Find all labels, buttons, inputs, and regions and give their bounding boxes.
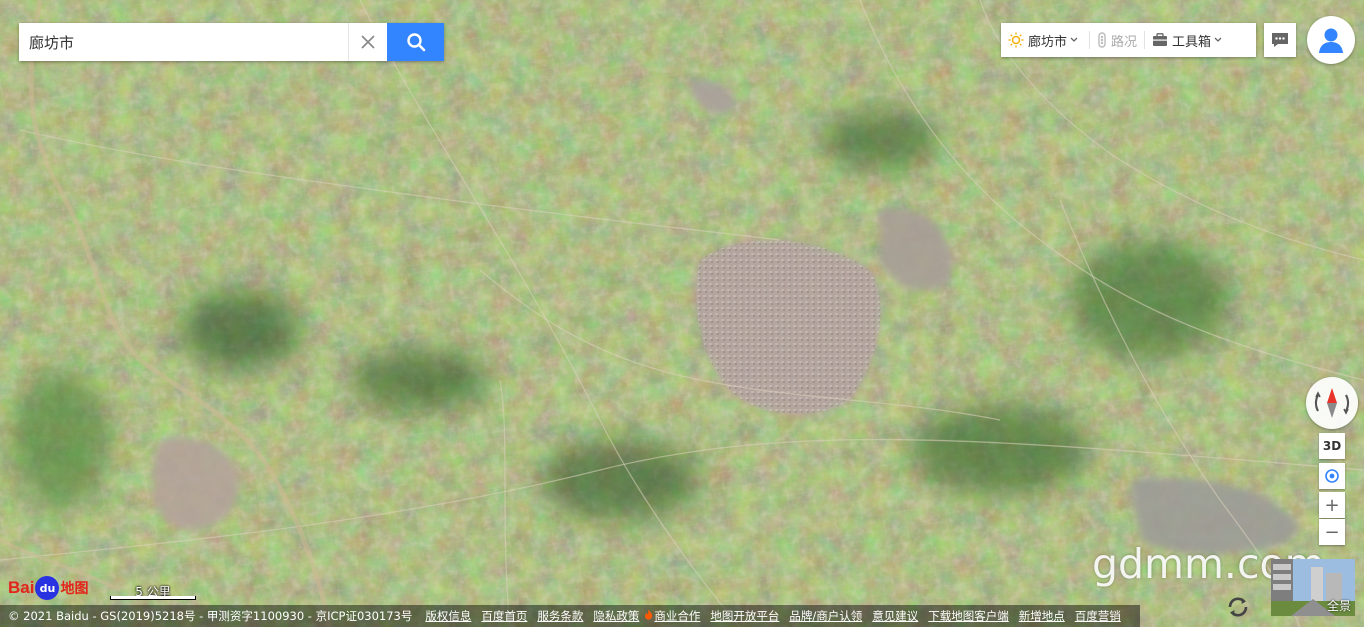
city-switch[interactable]: 廊坊市 — [1001, 23, 1089, 57]
search-button[interactable] — [387, 23, 444, 61]
search-input[interactable] — [19, 23, 348, 61]
map-scale: 5 公里 — [110, 583, 196, 601]
footer-link-open-platform[interactable]: 地图开放平台 — [705, 608, 784, 624]
3d-toggle-button[interactable]: 3D — [1319, 433, 1345, 459]
footer-link-brand-claim[interactable]: 品牌/商户认领 — [784, 608, 867, 624]
footer-link-business[interactable]: 商业合作 — [654, 608, 705, 624]
chevron-down-icon — [1070, 37, 1078, 42]
toolbox-menu[interactable]: 工具箱 — [1145, 23, 1233, 57]
copyright-text: © 2021 Baidu - GS(2019)5218号 - 甲测资字11009… — [8, 609, 413, 623]
footer-link-baidu-home[interactable]: 百度首页 — [476, 608, 532, 624]
user-avatar-button[interactable] — [1307, 16, 1355, 64]
message-button[interactable] — [1264, 23, 1296, 57]
traffic-light-icon — [1098, 32, 1106, 48]
close-icon — [361, 35, 375, 49]
fire-icon — [644, 609, 653, 623]
search-box — [19, 23, 444, 61]
traffic-toggle[interactable]: 路况 — [1090, 23, 1144, 57]
logo-bai-text: Bai — [8, 578, 35, 597]
clear-search-button[interactable] — [348, 23, 387, 61]
footer-link-add-place[interactable]: 新增地点 — [1014, 608, 1070, 624]
compass-control[interactable] — [1306, 377, 1358, 429]
sun-icon — [1008, 32, 1024, 48]
chevron-down-icon — [1214, 37, 1222, 42]
footer-link-marketing[interactable]: 百度营销 — [1070, 608, 1126, 624]
locate-icon — [1325, 469, 1339, 483]
rotate-icon — [1228, 597, 1248, 617]
chat-icon — [1272, 33, 1288, 47]
toolbox-label: 工具箱 — [1172, 34, 1212, 50]
footer-link-privacy[interactable]: 隐私政策 — [588, 608, 644, 624]
panorama-thumbnail[interactable]: 全景 — [1271, 559, 1355, 616]
scale-bar — [110, 596, 196, 600]
footer-link-terms[interactable]: 服务条款 — [532, 608, 588, 624]
locate-button[interactable] — [1319, 463, 1345, 489]
baidu-map-logo[interactable]: Bai du 地图 — [8, 574, 88, 602]
satellite-map[interactable] — [0, 0, 1364, 627]
city-label: 廊坊市 — [1028, 34, 1068, 50]
logo-paw-icon: du — [35, 576, 60, 600]
traffic-label: 路况 — [1111, 34, 1138, 50]
panorama-label: 全景 — [1326, 599, 1351, 613]
user-icon — [1319, 28, 1343, 53]
logo-map-text: 地图 — [60, 581, 89, 597]
zoom-in-button[interactable]: + — [1319, 492, 1345, 518]
footer-link-feedback[interactable]: 意见建议 — [867, 608, 923, 624]
footer-bar: © 2021 Baidu - GS(2019)5218号 - 甲测资字11009… — [0, 605, 1140, 627]
rotate-map-button[interactable] — [1226, 595, 1250, 619]
footer-link-copyright[interactable]: 版权信息 — [420, 608, 476, 624]
top-toolbar: 廊坊市 路况 工具箱 — [1001, 23, 1256, 57]
toolbox-icon — [1153, 33, 1168, 46]
search-icon — [406, 33, 425, 52]
footer-link-download-client[interactable]: 下载地图客户端 — [923, 608, 1014, 624]
compass-icon — [1314, 388, 1350, 418]
